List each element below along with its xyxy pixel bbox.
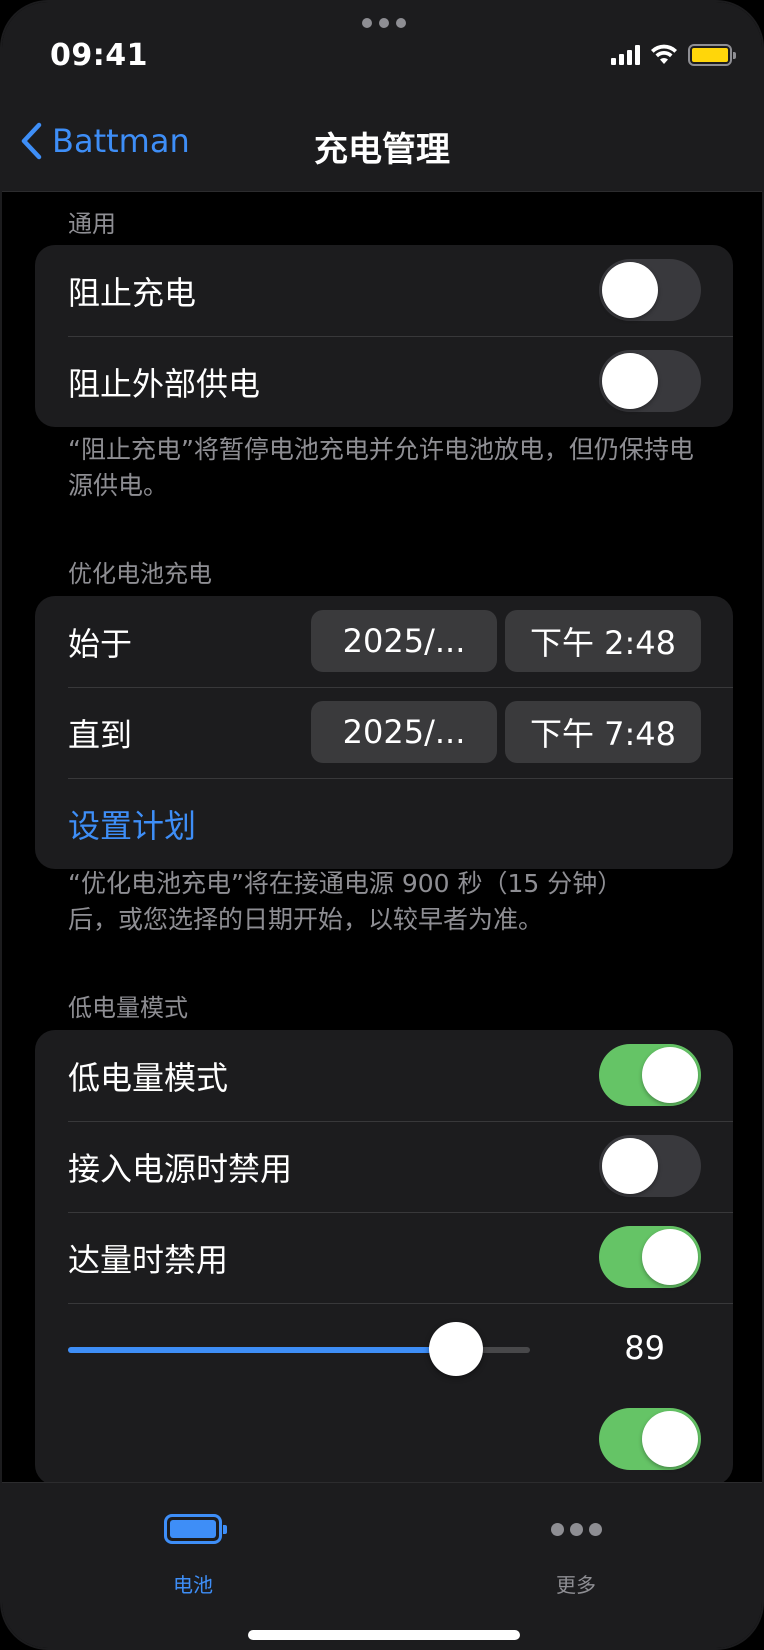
row-disable-when-plugged: 接入电源时禁用 — [35, 1121, 733, 1212]
row-label: 始于 — [68, 624, 133, 663]
set-schedule-button[interactable]: 设置计划 — [68, 801, 196, 847]
prevent-charging-toggle[interactable] — [599, 259, 701, 321]
end-date-picker[interactable]: 2025/... — [311, 701, 497, 763]
tab-label: 电池 — [173, 1573, 213, 1597]
group-low-power: 低电量模式 接入电源时禁用 达量时禁用 89 — [35, 1030, 733, 1482]
row-prevent-external-power: 阻止外部供电 — [35, 336, 733, 427]
row-low-power-mode: 低电量模式 — [35, 1030, 733, 1121]
status-icons — [611, 44, 736, 66]
status-time: 09:41 — [50, 38, 148, 73]
cellular-signal-icon — [611, 45, 640, 65]
disable-at-level-toggle[interactable] — [599, 1226, 701, 1288]
tab-bar: 电池 更多 — [2, 1482, 762, 1648]
settings-list[interactable]: 通用 阻止充电 阻止外部供电 “阻止充电”将暂停电池充电并允许电池放电，但仍保持… — [2, 192, 762, 1482]
row-disable-at-level: 达量时禁用 — [35, 1212, 733, 1303]
partially-hidden-toggle[interactable] — [599, 1408, 701, 1470]
row-start: 始于 2025/... 下午 2:48 — [35, 596, 733, 687]
level-slider-value: 89 — [624, 1329, 665, 1367]
level-slider-fill — [68, 1347, 457, 1353]
tab-label: 更多 — [556, 1573, 596, 1597]
header-bar: 09:41 Battman 充电管理 — [2, 2, 762, 192]
prevent-external-power-toggle[interactable] — [599, 350, 701, 412]
end-time-picker[interactable]: 下午 7:48 — [505, 701, 701, 763]
section-header-general: 通用 — [68, 210, 116, 238]
tab-more[interactable]: 更多 — [476, 1501, 676, 1598]
row-label: 直到 — [68, 715, 133, 754]
home-indicator[interactable] — [248, 1630, 520, 1640]
battery-icon — [164, 1514, 227, 1544]
section-header-optimized: 优化电池充电 — [68, 560, 212, 588]
optimized-footer-line-2: 后，或您选择的日期开始，以较早者为准。 — [68, 905, 544, 934]
more-icon — [550, 1522, 602, 1536]
wifi-icon — [651, 44, 677, 64]
start-time-picker[interactable]: 下午 2:48 — [505, 610, 701, 672]
group-general: 阻止充电 阻止外部供电 — [35, 245, 733, 427]
section-header-low-power: 低电量模式 — [68, 994, 188, 1022]
level-slider-thumb[interactable] — [429, 1322, 484, 1376]
page-title: 充电管理 — [314, 130, 450, 170]
row-prevent-charging: 阻止充电 — [35, 245, 733, 336]
multitasking-dots-icon[interactable] — [362, 18, 406, 28]
row-end: 直到 2025/... 下午 7:48 — [35, 687, 733, 778]
status-battery-icon — [688, 44, 736, 66]
row-label: 低电量模式 — [68, 1058, 229, 1097]
optimized-footer-note: “优化电池充电”将在接通电源 900 秒（15 分钟） 后，或您选择的日期开始，… — [68, 866, 708, 938]
optimized-footer-line-1: “优化电池充电”将在接通电源 900 秒（15 分钟） — [68, 869, 623, 898]
level-slider-row: 89 — [35, 1303, 733, 1394]
app-screen: 09:41 Battman 充电管理 通用 阻止充电 阻止外部供电 “阻止充电”… — [0, 0, 764, 1650]
row-partially-hidden — [35, 1394, 733, 1482]
row-label: 阻止充电 — [68, 273, 197, 312]
disable-when-plugged-toggle[interactable] — [599, 1135, 701, 1197]
start-date-picker[interactable]: 2025/... — [311, 610, 497, 672]
general-footer-note: “阻止充电”将暂停电池充电并允许电池放电，但仍保持电源供电。 — [68, 435, 694, 500]
row-set-schedule[interactable]: 设置计划 — [35, 778, 733, 869]
row-label: 阻止外部供电 — [68, 364, 261, 403]
tab-battery[interactable]: 电池 — [93, 1501, 293, 1598]
group-optimized-charging: 始于 2025/... 下午 2:48 直到 2025/... 下午 7:48 … — [35, 596, 733, 869]
row-label: 达量时禁用 — [68, 1240, 229, 1279]
low-power-mode-toggle[interactable] — [599, 1044, 701, 1106]
row-label: 接入电源时禁用 — [68, 1149, 293, 1188]
